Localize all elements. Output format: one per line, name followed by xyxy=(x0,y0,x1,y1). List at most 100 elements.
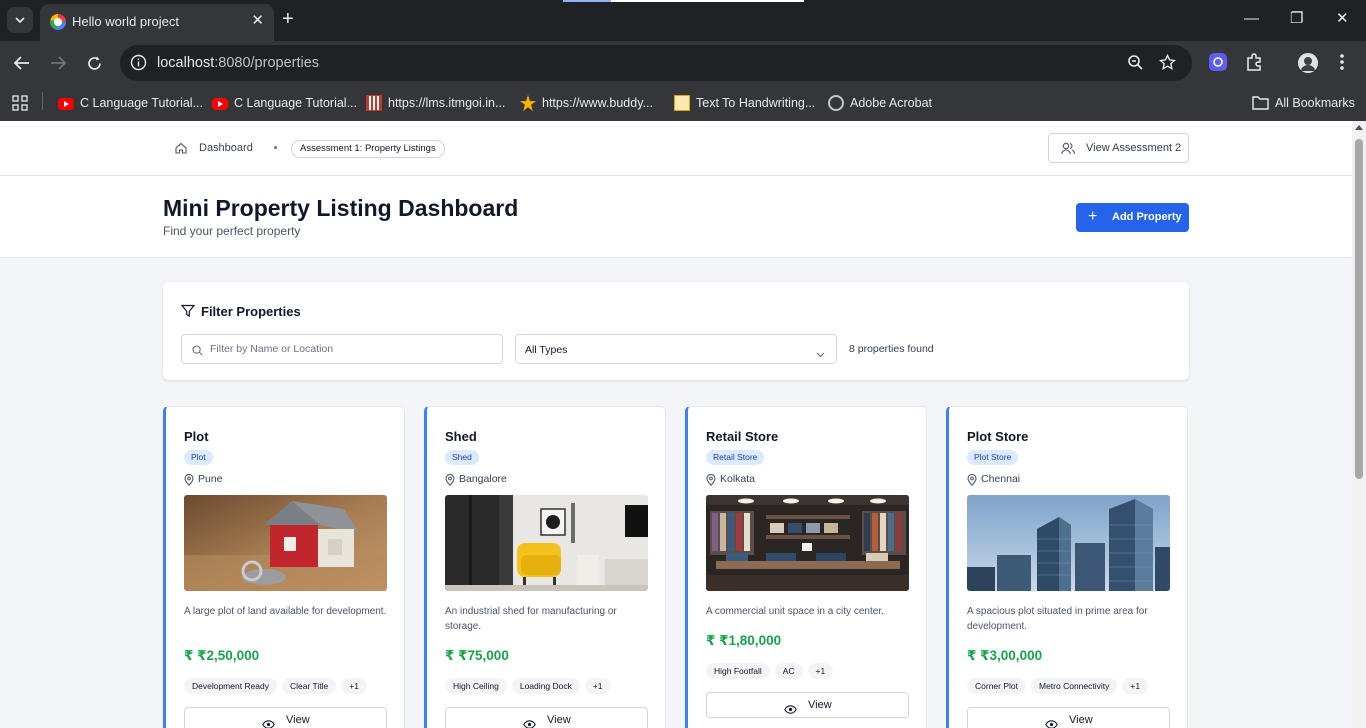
map-pin-icon xyxy=(445,473,455,491)
view-assessment-button[interactable]: View Assessment 2 xyxy=(1048,133,1189,163)
property-card: Shed Shed Bangalore An industrial shed f… xyxy=(424,406,666,728)
filter-icon xyxy=(180,304,196,323)
view-property-button[interactable]: View xyxy=(445,707,648,728)
type-select[interactable]: All Types xyxy=(515,334,837,364)
amenity-tag: Clear Title xyxy=(282,678,337,694)
results-count: 8 properties found xyxy=(849,343,934,355)
amenity-tag: Loading Dock xyxy=(511,678,580,694)
profile-avatar[interactable] xyxy=(1298,53,1318,78)
search-field[interactable] xyxy=(181,334,503,364)
globe-icon xyxy=(828,95,844,111)
restore-icon[interactable]: ❐ xyxy=(1290,10,1303,28)
tab-title: Hello world project xyxy=(72,14,179,29)
property-price: ₹ ₹1,80,000 xyxy=(706,633,782,648)
zoom-icon[interactable] xyxy=(1127,54,1144,76)
property-location: Chennai xyxy=(981,473,1021,485)
bookmark-label: C Language Tutorial... xyxy=(234,96,357,110)
minimize-icon[interactable]: — xyxy=(1244,10,1259,28)
bookmark-item[interactable]: https://lms.itmgoi.in... xyxy=(366,93,505,113)
page-viewport: Dashboard Assessment 1: Property Listing… xyxy=(0,121,1352,728)
amenity-tag: High Footfall xyxy=(706,663,770,679)
more-tags-badge: +1 xyxy=(584,678,611,694)
notepad-favicon-icon xyxy=(674,95,690,111)
bookmark-item[interactable]: C Language Tutorial... xyxy=(58,93,203,113)
eye-icon xyxy=(523,716,536,728)
bookmark-label: Text To Handwriting... xyxy=(696,96,816,110)
extension-app-icon[interactable] xyxy=(1209,53,1227,76)
view-property-button[interactable]: View xyxy=(967,707,1170,728)
buddy-favicon-icon xyxy=(520,95,536,111)
type-select-value: All Types xyxy=(525,344,568,356)
chevron-down-icon xyxy=(15,17,25,23)
browser-tab[interactable]: Hello world project ✕ xyxy=(40,4,274,41)
bookmark-label: https://lms.itmgoi.in... xyxy=(388,96,506,110)
bookmarks-bar: C Language Tutorial... C Language Tutori… xyxy=(0,85,1366,121)
property-price: ₹ ₹3,00,000 xyxy=(967,648,1043,663)
folder-icon xyxy=(1252,96,1269,110)
bookmark-label: https://www.buddy... xyxy=(542,96,653,110)
back-button[interactable] xyxy=(11,52,33,74)
view-property-button[interactable]: View xyxy=(184,707,387,728)
extensions-puzzle-icon[interactable] xyxy=(1245,53,1263,76)
home-icon[interactable] xyxy=(175,141,187,159)
page-header: Mini Property Listing Dashboard Find you… xyxy=(0,176,1352,258)
url-text[interactable]: localhost:8080/properties xyxy=(157,55,319,71)
eye-icon xyxy=(1045,716,1058,728)
property-type-badge: Plot xyxy=(184,450,213,465)
view-property-button[interactable]: View xyxy=(706,692,909,718)
chevron-down-icon xyxy=(816,345,825,363)
amenity-tag: Metro Connectivity xyxy=(1031,678,1118,694)
amenity-tags: High Ceiling Loading Dock +1 xyxy=(445,678,611,694)
property-image[interactable] xyxy=(706,495,909,591)
forward-button[interactable] xyxy=(47,52,69,74)
property-description: A spacious plot situated in prime area f… xyxy=(967,606,1148,632)
site-info-icon[interactable] xyxy=(130,54,147,76)
window-close-icon[interactable]: ✕ xyxy=(1336,10,1349,28)
bookmark-item[interactable]: Text To Handwriting... xyxy=(674,93,815,113)
address-bar[interactable]: localhost:8080/properties xyxy=(120,45,1192,81)
bookmark-item[interactable]: https://www.buddy... xyxy=(520,93,653,113)
bookmark-star-icon[interactable] xyxy=(1159,53,1176,76)
property-name: Plot xyxy=(184,429,209,444)
add-property-button[interactable]: + Add Property xyxy=(1076,203,1189,232)
lms-favicon-icon xyxy=(366,95,382,111)
page-scrollbar[interactable] xyxy=(1352,121,1366,728)
amenity-tags: Corner Plot Metro Connectivity +1 xyxy=(967,678,1149,694)
amenity-tags: High Footfall AC +1 xyxy=(706,663,834,679)
scrollbar-thumb[interactable] xyxy=(1355,139,1363,479)
tab-search-button[interactable] xyxy=(7,7,33,33)
property-price: ₹ ₹2,50,000 xyxy=(184,648,260,663)
new-tab-icon[interactable]: + xyxy=(282,8,294,30)
property-location: Bangalore xyxy=(459,473,507,485)
breadcrumb-current[interactable]: Assessment 1: Property Listings xyxy=(291,140,445,158)
view-label: View xyxy=(286,714,310,726)
scroll-up-arrow-icon[interactable] xyxy=(1355,125,1363,130)
more-tags-badge: +1 xyxy=(807,663,834,679)
page-subtitle: Find your perfect property xyxy=(163,224,301,238)
breadcrumb-separator xyxy=(274,146,277,149)
breadcrumb-dashboard-link[interactable]: Dashboard xyxy=(199,142,253,154)
property-image[interactable] xyxy=(184,495,387,591)
plus-icon: + xyxy=(1088,208,1098,225)
property-name: Plot Store xyxy=(967,429,1029,444)
property-image[interactable] xyxy=(967,495,1170,591)
bookmark-item[interactable]: Adobe Acrobat xyxy=(828,93,932,113)
page-title: Mini Property Listing Dashboard xyxy=(163,195,519,221)
apps-grid-icon[interactable] xyxy=(12,93,28,113)
reload-icon xyxy=(87,56,101,70)
view-assessment-label: View Assessment 2 xyxy=(1086,142,1182,154)
search-input[interactable] xyxy=(210,336,495,362)
view-label: View xyxy=(808,699,832,711)
bookmarks-divider xyxy=(42,92,43,110)
all-bookmarks-button[interactable]: All Bookmarks xyxy=(1252,93,1355,113)
bookmark-item[interactable]: C Language Tutorial... xyxy=(212,93,357,113)
browser-tab-bar: Hello world project ✕ + — ❐ ✕ xyxy=(0,0,1366,41)
bookmark-label: C Language Tutorial... xyxy=(80,96,203,110)
top-navigation: Dashboard Assessment 1: Property Listing… xyxy=(0,121,1352,176)
reload-button[interactable] xyxy=(83,52,105,74)
property-image[interactable] xyxy=(445,495,648,591)
browser-menu-icon[interactable] xyxy=(1339,53,1345,76)
property-type-badge: Retail Store xyxy=(706,450,765,465)
arrow-right-icon xyxy=(51,56,66,70)
close-tab-icon[interactable]: ✕ xyxy=(251,12,264,30)
